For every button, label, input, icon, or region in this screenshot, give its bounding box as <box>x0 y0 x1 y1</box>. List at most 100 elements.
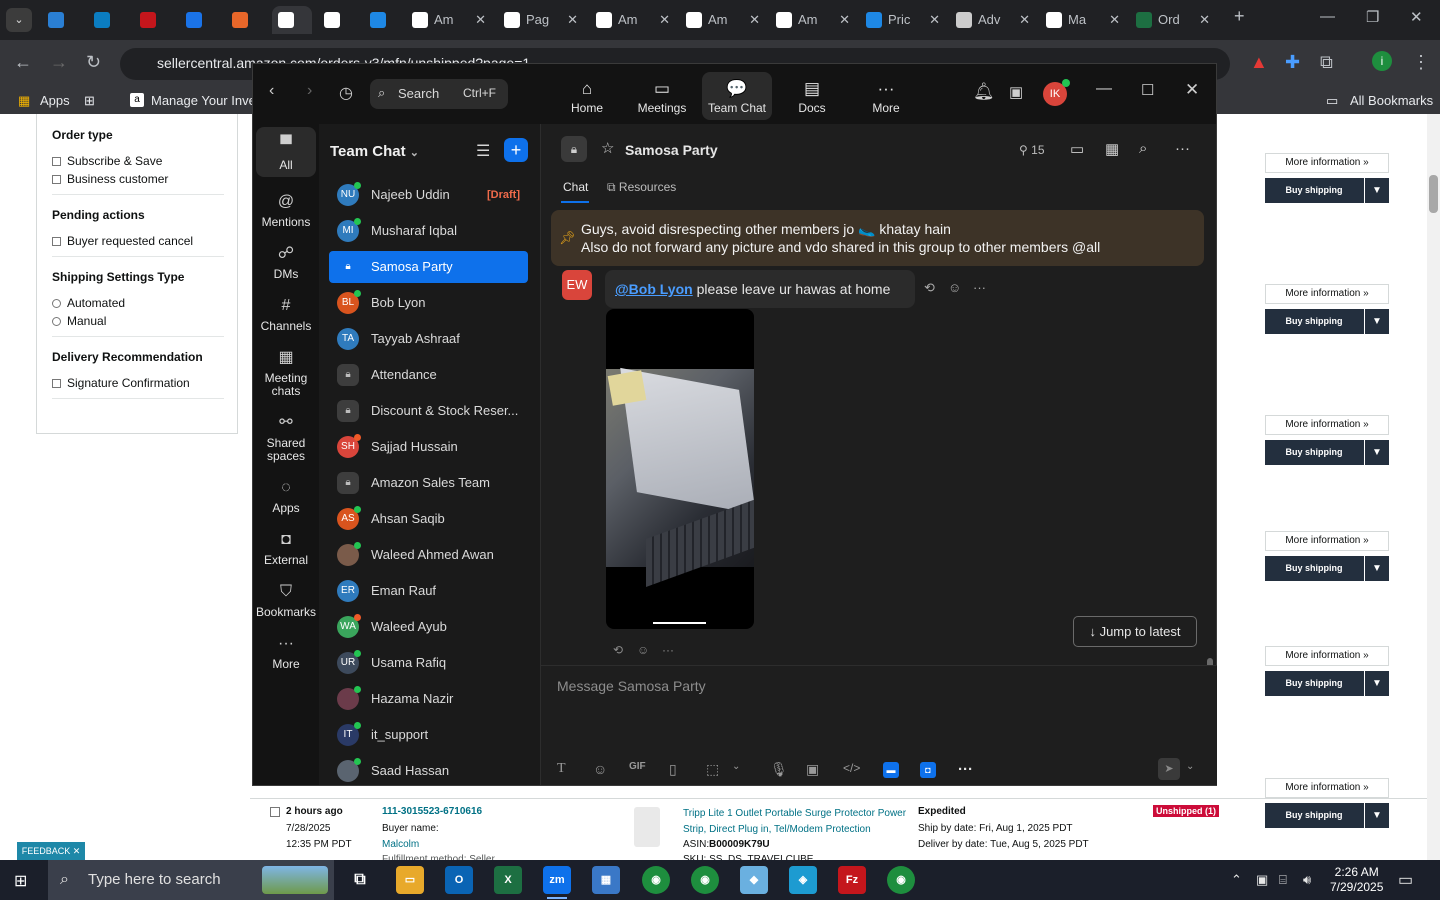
chrome-icon[interactable]: ◉ <box>642 866 670 894</box>
chat-list-item[interactable]: WA Waleed Ayub <box>329 611 528 643</box>
shared-video-thumbnail[interactable] <box>606 309 754 629</box>
zoom-icon[interactable]: zm <box>543 866 571 899</box>
video-icon[interactable]: ▭ <box>1070 140 1084 158</box>
rail-apps[interactable]: ◌ Apps <box>256 470 316 516</box>
chat-list-item[interactable]: Saad Hassan <box>329 755 528 787</box>
browser-tab[interactable] <box>88 6 128 34</box>
notification-icon[interactable]: ▭ <box>1398 870 1413 890</box>
gif-icon[interactable]: GIF <box>629 761 646 772</box>
jump-to-latest-button[interactable]: ↓ Jump to latest <box>1073 616 1197 647</box>
tab-chat[interactable]: Chat <box>563 180 588 194</box>
chat-list-item[interactable]: BL Bob Lyon <box>329 287 528 319</box>
filter-option[interactable]: Signature Confirmation <box>52 376 190 390</box>
back-icon[interactable]: ‹ <box>269 82 274 100</box>
product-title-link[interactable]: Tripp Lite 1 Outlet Portable Surge Prote… <box>683 806 908 838</box>
filter-option[interactable]: Subscribe & Save <box>52 154 162 168</box>
minimize-icon[interactable]: — <box>1320 8 1335 25</box>
browser-tab[interactable]: Pag ✕ <box>498 6 582 34</box>
chat-list-item[interactable]: 🔒︎ Attendance <box>329 359 528 391</box>
reload-icon[interactable]: ↻ <box>86 52 101 73</box>
maximize-icon[interactable]: ❐ <box>1366 8 1379 26</box>
chat-list-item[interactable]: MI Musharaf Iqbal <box>329 215 528 247</box>
tab-close-icon[interactable]: ✕ <box>567 6 578 34</box>
network-alert-icon[interactable]: ▣ <box>1256 872 1268 888</box>
filter-icon[interactable]: ☰ <box>476 141 490 161</box>
chat-list-item[interactable]: Hazama Nazir <box>329 683 528 715</box>
text-format-icon[interactable]: T <box>557 761 566 777</box>
search-icon[interactable]: ⌕ <box>1139 140 1147 157</box>
rail-bookmarks[interactable]: ⛉ Bookmarks <box>256 574 316 620</box>
chevron-down-icon[interactable]: ▼ <box>1364 178 1389 203</box>
chat-list-item[interactable]: NU Najeeb Uddin [Draft] <box>329 179 528 211</box>
all-bookmarks[interactable]: All Bookmarks <box>1350 93 1433 108</box>
code-snippet-icon[interactable]: </> <box>843 761 860 775</box>
whiteboard-icon[interactable]: ▣ <box>1009 83 1023 101</box>
new-chat-button[interactable]: + <box>504 138 528 162</box>
page-scrollbar[interactable] <box>1427 114 1440 860</box>
filter-radio[interactable] <box>52 299 61 308</box>
app-shortcut-icon[interactable]: ◘ <box>920 762 936 778</box>
search-input[interactable]: ⌕ Search Ctrl+F <box>370 79 508 109</box>
filter-option[interactable]: Manual <box>52 314 106 328</box>
chat-list-title[interactable]: Team Chat ⌄ <box>330 143 419 160</box>
task-view-icon[interactable]: ⧉ <box>346 866 374 894</box>
buy-shipping-button[interactable]: Buy shipping ▼ <box>1265 178 1389 203</box>
rail-all[interactable]: ▀ All <box>256 127 316 177</box>
more-information-button[interactable]: More information » <box>1265 778 1389 798</box>
browser-tab[interactable]: Am ✕ <box>590 6 674 34</box>
chevron-down-icon[interactable]: ▼ <box>1364 440 1389 465</box>
taskbar-search-input[interactable]: ⌕ Type here to search <box>48 860 334 900</box>
chat-list-item[interactable]: UR Usama Rafiq <box>329 647 528 679</box>
history-icon[interactable]: ◷ <box>339 83 353 103</box>
app-shortcut-icon[interactable]: ▬ <box>883 762 899 778</box>
browser-tab[interactable] <box>134 6 174 34</box>
more-information-button[interactable]: More information » <box>1265 531 1389 551</box>
calculator-icon[interactable]: ▦ <box>592 866 620 894</box>
mention-link[interactable]: @Bob Lyon <box>615 281 693 297</box>
pinned-message[interactable]: 📌︎ Guys, avoid disrespecting other membe… <box>551 210 1204 266</box>
browser-tab[interactable]: Am ✕ <box>770 6 854 34</box>
members-count[interactable]: ⚲ 15 <box>1019 143 1045 157</box>
buy-shipping-button[interactable]: Buy shipping ▼ <box>1265 309 1389 334</box>
tab-close-icon[interactable]: ✕ <box>1109 6 1120 34</box>
volume-icon[interactable]: 🔊︎ <box>1303 872 1311 888</box>
chevron-up-icon[interactable]: ⌃ <box>1231 872 1242 888</box>
message-bubble[interactable]: @Bob Lyon please leave ur hawas at home <box>605 270 915 308</box>
chat-list-item[interactable]: ER Eman Rauf <box>329 575 528 607</box>
forward-icon[interactable]: › <box>307 82 312 100</box>
order-checkbox[interactable] <box>270 807 280 817</box>
filter-option[interactable]: Buyer requested cancel <box>52 234 193 248</box>
chat-list-item[interactable]: SH Sajjad Hussain <box>329 431 528 463</box>
browser-tab[interactable] <box>364 6 404 34</box>
extension-icon[interactable]: ✚ <box>1285 52 1300 73</box>
wifi-icon[interactable]: ⌸ <box>1279 872 1287 888</box>
tab-close-icon[interactable]: ✕ <box>475 6 486 34</box>
tab-close-icon[interactable]: ✕ <box>1199 6 1210 34</box>
chat-list-item[interactable]: 🔒︎ Discount & Stock Reser... <box>329 395 528 427</box>
more-options-icon[interactable]: ··· <box>1175 140 1190 157</box>
close-icon[interactable]: ✕ <box>1410 8 1423 26</box>
message-input[interactable]: Message Samosa Party <box>557 678 706 694</box>
browser-tab[interactable]: Ma ✕ <box>1040 6 1124 34</box>
tab-close-icon[interactable]: ✕ <box>749 6 760 34</box>
chevron-down-icon[interactable]: ▼ <box>1364 309 1389 334</box>
chat-list-item[interactable]: 🔒︎ Samosa Party <box>329 251 528 283</box>
video-message-icon[interactable]: ▣ <box>806 761 819 778</box>
calendar-icon[interactable]: ▦ <box>1105 140 1119 158</box>
excel-icon[interactable]: X <box>494 866 522 894</box>
forward-icon[interactable]: → <box>50 52 68 73</box>
chrome-profile-icon[interactable]: ◉ <box>691 866 719 894</box>
more-tools-icon[interactable]: ··· <box>958 761 973 778</box>
buyer-name-link[interactable]: Malcolm <box>382 839 419 850</box>
chrome-profile-icon[interactable]: ◉ <box>887 866 915 894</box>
tab-close-icon[interactable]: ✕ <box>839 6 850 34</box>
rail-channels[interactable]: # Channels <box>256 288 316 334</box>
filter-checkbox[interactable] <box>52 237 61 246</box>
send-button[interactable]: ➤ <box>1158 758 1180 780</box>
app-icon[interactable]: ◆ <box>740 866 768 894</box>
emoji-icon[interactable]: ☺ <box>593 761 607 777</box>
filter-radio[interactable] <box>52 317 61 326</box>
filezilla-icon[interactable]: Fz <box>838 866 866 894</box>
back-icon[interactable]: ← <box>14 52 32 73</box>
chevron-down-icon[interactable]: ▼ <box>1364 671 1389 696</box>
